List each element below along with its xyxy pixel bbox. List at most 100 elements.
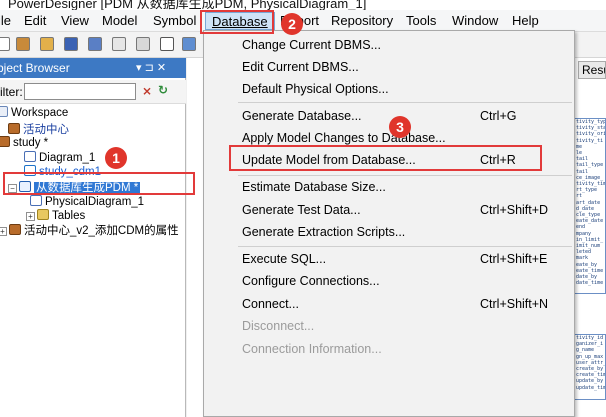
new-icon[interactable] <box>0 37 10 51</box>
package-icon <box>0 136 10 147</box>
tree-item-diagram[interactable]: Diagram_1 <box>24 151 95 164</box>
filter-label: ilter: <box>0 85 23 99</box>
filter-row: ilter: ⨯ ↻ <box>0 80 186 104</box>
tree-label: study * <box>13 137 49 149</box>
annotation-box-update-model <box>229 145 542 171</box>
menu-view[interactable]: View <box>61 12 89 30</box>
object-browser-title: bject Browser <box>0 61 70 75</box>
tree-item-physical-diagram[interactable]: PhysicalDiagram_1 <box>30 195 144 208</box>
menu-configure-connections[interactable]: Configure Connections... <box>242 273 380 289</box>
open-folder-icon[interactable] <box>40 37 54 51</box>
menu-item-label: Edit Current DBMS... <box>242 60 359 74</box>
save-icon[interactable] <box>64 37 78 51</box>
entity-column: update_tim <box>576 384 606 391</box>
filter-input[interactable] <box>24 83 136 100</box>
menu-item-label: Change Current DBMS... <box>242 38 381 52</box>
menu-symbol[interactable]: Symbol <box>153 12 196 30</box>
entity-column: gn_up_max <box>576 353 604 360</box>
menu-item-label: Apply Model Changes to Database... <box>242 131 446 145</box>
tree-label: PhysicalDiagram_1 <box>45 196 145 208</box>
shortcut-generate-database: Ctrl+G <box>480 109 517 123</box>
menu-separator <box>238 246 572 247</box>
entity-column: update_by <box>576 378 604 385</box>
menu-file[interactable]: ile <box>0 12 11 30</box>
clear-filter-icon[interactable]: ⨯ <box>142 84 152 98</box>
tree-label: Diagram_1 <box>39 152 96 164</box>
database-dropdown-menu: Change Current DBMS... Edit Current DBMS… <box>203 30 575 417</box>
table-entity-top[interactable]: tivity_typ tivity_sta tivity_ori tivity_ti m… <box>573 118 606 294</box>
menu-execute-sql[interactable]: Execute SQL... <box>242 251 326 267</box>
expand-icon[interactable]: + <box>26 212 35 221</box>
tree-item-package-2[interactable]: + 活动中心_v2_添加CDM的属性 <box>0 222 179 238</box>
tree-item-workspace[interactable]: Workspace <box>0 106 68 119</box>
shortcut-execute-sql: Ctrl+Shift+E <box>480 252 548 266</box>
annotation-badge-2: 2 <box>281 13 303 35</box>
menu-item-label: Generate Test Data... <box>242 203 361 217</box>
tree-label: Tables <box>52 210 86 222</box>
expand-icon[interactable]: + <box>0 227 7 236</box>
entity-column: tail_type <box>576 162 604 169</box>
table-entity-bottom[interactable]: tivity_id ganizer_i g_name gn_up_max user_at… <box>573 334 606 400</box>
annotation-badge-1: 1 <box>105 147 127 169</box>
menu-default-physical-options[interactable]: Default Physical Options... <box>242 81 389 97</box>
print-preview-icon[interactable] <box>112 37 126 51</box>
object-browser-header: bject Browser ▾ ⊐ ✕ <box>0 58 186 78</box>
menubar: ile Edit View Model Symbol Database Repo… <box>0 10 606 32</box>
menu-edit-current-dbms[interactable]: Edit Current DBMS... <box>242 59 359 75</box>
tree-label: 活动中心 <box>23 124 69 136</box>
tree-item-tables[interactable]: + Tables <box>26 209 85 222</box>
menu-model[interactable]: Model <box>102 12 137 30</box>
menu-connection-information[interactable]: Connection Information... <box>242 341 382 357</box>
menu-window[interactable]: Window <box>452 12 498 30</box>
menu-separator <box>238 102 572 103</box>
menu-item-label: Generate Database... <box>242 109 362 123</box>
menu-item-label: Execute SQL... <box>242 252 327 266</box>
window-title: PowerDesigner [PDM 从数据库生成PDM, PhysicalDi… <box>8 0 367 10</box>
cut-icon[interactable] <box>160 37 174 51</box>
open-package-icon[interactable] <box>16 37 30 51</box>
menu-item-label: Generate Extraction Scripts... <box>242 225 406 239</box>
menu-disconnect[interactable]: Disconnect... <box>242 318 314 334</box>
package-icon <box>8 123 20 134</box>
annotation-box-database-menu <box>200 10 274 34</box>
menu-item-label: Configure Connections... <box>242 274 380 288</box>
tab-result[interactable]: Resu <box>578 61 606 79</box>
menu-generate-extraction-scripts[interactable]: Generate Extraction Scripts... <box>242 224 405 240</box>
tree-item-package-1[interactable]: 活动中心 <box>8 121 69 137</box>
menu-item-label: Estimate Database Size... <box>242 180 386 194</box>
object-browser: bject Browser ▾ ⊐ ✕ ilter: ⨯ ↻ Workspace… <box>0 58 186 417</box>
menu-estimate-database-size[interactable]: Estimate Database Size... <box>242 179 386 195</box>
browser-window-controls[interactable]: ▾ ⊐ ✕ <box>136 58 166 78</box>
tree-label: Workspace <box>11 107 69 119</box>
menu-item-label: Connection Information... <box>242 342 382 356</box>
tree-item-study[interactable]: study * <box>0 136 48 149</box>
annotation-badge-3: 3 <box>389 116 411 138</box>
window-titlebar: PowerDesigner [PDM 从数据库生成PDM, PhysicalDi… <box>0 0 606 10</box>
save-all-icon[interactable] <box>88 37 102 51</box>
menu-edit[interactable]: Edit <box>24 12 46 30</box>
annotation-box-selected-pdm <box>3 172 195 195</box>
menu-item-label: Connect... <box>242 297 299 311</box>
print-icon[interactable] <box>136 37 150 51</box>
workspace-icon <box>0 106 8 117</box>
menu-connect[interactable]: Connect... <box>242 296 299 312</box>
physical-diagram-icon <box>30 195 42 206</box>
entity-column: tivity_ti <box>576 137 604 144</box>
entity-column: tivity_ori <box>576 131 606 138</box>
menu-repository[interactable]: Repository <box>331 12 393 30</box>
copy-icon[interactable] <box>182 37 196 51</box>
folder-icon <box>37 209 49 220</box>
refresh-icon[interactable]: ↻ <box>158 83 168 97</box>
menu-item-label: Disconnect... <box>242 319 315 333</box>
menu-help[interactable]: Help <box>512 12 539 30</box>
menu-tools[interactable]: Tools <box>406 12 436 30</box>
shortcut-connect: Ctrl+Shift+N <box>480 297 549 311</box>
menu-generate-test-data[interactable]: Generate Test Data... <box>242 202 361 218</box>
menu-item-label: Default Physical Options... <box>242 82 389 96</box>
menu-apply-model-changes[interactable]: Apply Model Changes to Database... <box>242 130 446 146</box>
package-icon <box>9 224 21 235</box>
menu-change-current-dbms[interactable]: Change Current DBMS... <box>242 37 381 53</box>
entity-column: date_time <box>576 280 604 287</box>
shortcut-generate-test-data: Ctrl+Shift+D <box>480 203 549 217</box>
menu-generate-database[interactable]: Generate Database... <box>242 108 362 124</box>
